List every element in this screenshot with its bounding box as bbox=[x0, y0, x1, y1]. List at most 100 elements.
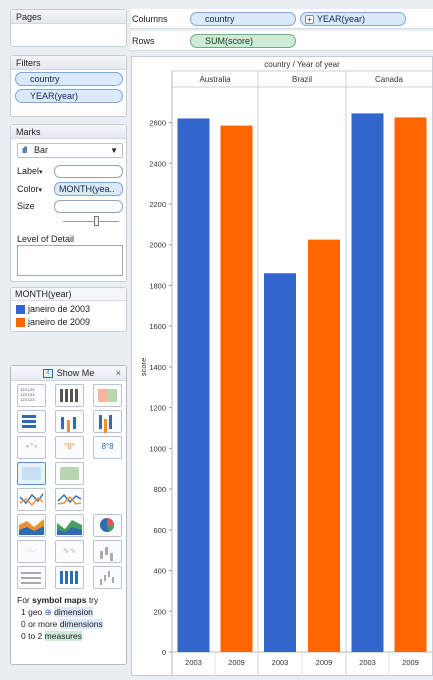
area-icon bbox=[19, 519, 44, 535]
filled-map-thumb[interactable] bbox=[55, 462, 84, 485]
y-tick-label: 1800 bbox=[149, 281, 166, 290]
y-tick-label: 0 bbox=[162, 648, 166, 657]
bar-chart: country / Year of year 0 200 400 600 800 1000 1… bbox=[139, 60, 432, 675]
side-by-side-bars-thumb[interactable] bbox=[93, 410, 122, 433]
mark-type-label: Bar bbox=[34, 145, 49, 155]
filters-title: Filters bbox=[11, 56, 126, 70]
size-field[interactable] bbox=[54, 200, 123, 213]
legend-label-2009: janeiro de 2009 bbox=[28, 317, 91, 327]
bar-chart-icon: ıll bbox=[22, 145, 27, 155]
y-tick-label: 400 bbox=[153, 567, 166, 576]
label-shelf-label[interactable]: Label▾ bbox=[17, 166, 43, 176]
y-tick-label: 1200 bbox=[149, 404, 166, 413]
gantt-thumb[interactable] bbox=[17, 566, 46, 589]
x-tick-label: 2003 bbox=[185, 658, 202, 667]
y-tick-label: 200 bbox=[153, 607, 166, 616]
horizontal-bars-thumb[interactable] bbox=[17, 410, 46, 433]
scatter-plot-thumb[interactable]: ·:·.· bbox=[17, 540, 46, 563]
show-me-title: Show Me bbox=[56, 368, 95, 378]
y-tick-label: 2000 bbox=[149, 241, 166, 250]
legend-item[interactable]: janeiro de 2003 bbox=[16, 304, 90, 315]
area-continuous-thumb[interactable] bbox=[17, 514, 46, 537]
column-pill-country[interactable]: country bbox=[190, 12, 296, 26]
x-tick-label: 2009 bbox=[228, 658, 245, 667]
pane-header-brazil: Brazil bbox=[292, 75, 312, 84]
column-pill-year[interactable]: + YEAR(year) bbox=[300, 12, 406, 26]
lines-continuous-thumb[interactable] bbox=[17, 488, 46, 511]
mark-type-dropdown[interactable]: ıll Bar ▼ bbox=[17, 143, 123, 158]
column-pill-year-label: YEAR(year) bbox=[317, 14, 366, 24]
size-slider-handle[interactable] bbox=[94, 216, 99, 226]
packed-circles-thumb[interactable]: 8°8 bbox=[93, 436, 122, 459]
x-tick-label: 2003 bbox=[359, 658, 376, 667]
viz-area: country / Year of year 0 200 400 600 800 1000 1… bbox=[131, 56, 433, 676]
legend-title: MONTH(year) bbox=[11, 288, 126, 301]
bar-australia-2003 bbox=[177, 118, 210, 653]
y-tick-label: 2200 bbox=[149, 200, 166, 209]
bar-canada-2003 bbox=[351, 113, 384, 652]
level-of-detail-label: Level of Detail bbox=[17, 234, 75, 244]
area-discrete-thumb[interactable] bbox=[55, 514, 84, 537]
histogram-thumb[interactable]: ∿∿ bbox=[55, 540, 84, 563]
bar-brazil-2009 bbox=[308, 239, 340, 653]
heat-map-thumb[interactable] bbox=[55, 384, 84, 407]
y-tick-label: 800 bbox=[153, 485, 166, 494]
legend-swatch-2003 bbox=[16, 305, 25, 315]
row-pill-sum-score[interactable]: SUM(score) bbox=[190, 34, 296, 48]
filter-pill-year[interactable]: YEAR(year) bbox=[15, 89, 123, 103]
expand-plus-icon[interactable]: + bbox=[305, 15, 314, 24]
pie-icon bbox=[100, 518, 115, 532]
pages-card: Pages bbox=[10, 9, 127, 47]
packed-bubbles-thumb[interactable] bbox=[93, 566, 122, 589]
rows-shelf-label: Rows bbox=[132, 36, 155, 46]
y-tick-label: 1400 bbox=[149, 363, 166, 372]
filter-pill-country[interactable]: country bbox=[15, 72, 123, 86]
highlight-table-thumb[interactable] bbox=[93, 384, 122, 407]
bar-brazil-2003 bbox=[264, 273, 296, 652]
line-icon bbox=[19, 493, 44, 507]
bar-canada-2009 bbox=[394, 117, 427, 653]
chevron-down-icon: ▼ bbox=[110, 146, 118, 155]
filters-card: Filters country YEAR(year) bbox=[10, 55, 127, 117]
lines-discrete-thumb[interactable] bbox=[55, 488, 84, 511]
text-table-thumb[interactable]: 123 123 123 123 123 123 bbox=[17, 384, 46, 407]
pages-title: Pages bbox=[11, 10, 126, 24]
pane-header-canada: Canada bbox=[375, 75, 404, 84]
marks-card: Marks ıll Bar ▼ Label▾ Color▾ MONTH(yea.… bbox=[10, 124, 127, 282]
bullet-graph-thumb[interactable] bbox=[55, 566, 84, 589]
y-tick-label: 1000 bbox=[149, 444, 166, 453]
show-me-panel: ıl Show Me × 123 123 123 123 123 123 ∘°∘ °8… bbox=[10, 365, 127, 665]
y-tick-label: 600 bbox=[153, 526, 166, 535]
globe-icon: ⊕ bbox=[44, 607, 52, 617]
y-axis-label: score bbox=[139, 358, 148, 376]
line-icon bbox=[57, 493, 82, 505]
marks-title: Marks bbox=[11, 125, 126, 139]
show-me-hint: For symbol maps try 1 geo ⊕ dimension 0 … bbox=[17, 595, 103, 641]
stacked-bars-thumb[interactable] bbox=[55, 410, 84, 433]
x-tick-label: 2009 bbox=[402, 658, 419, 667]
pie-chart-thumb[interactable] bbox=[93, 514, 122, 537]
y-tick-label: 2400 bbox=[149, 159, 166, 168]
symbol-map-thumb[interactable] bbox=[17, 462, 46, 485]
area-icon bbox=[57, 520, 82, 535]
label-field[interactable] bbox=[54, 165, 123, 178]
circle-view-thumb[interactable]: ∘°∘ bbox=[17, 436, 46, 459]
legend-swatch-2009 bbox=[16, 318, 25, 328]
y-tick-label: 1600 bbox=[149, 322, 166, 331]
y-tick-label: 2600 bbox=[149, 119, 166, 128]
pane-header-australia: Australia bbox=[199, 75, 231, 84]
show-me-icon: ıl bbox=[42, 369, 53, 379]
legend-label-2003: janeiro de 2003 bbox=[28, 304, 91, 314]
level-of-detail-shelf[interactable] bbox=[17, 245, 123, 276]
color-field-pill[interactable]: MONTH(yea.. bbox=[54, 182, 123, 196]
legend-item[interactable]: janeiro de 2009 bbox=[16, 317, 90, 328]
side-by-side-circles-thumb[interactable]: °8° bbox=[55, 436, 84, 459]
close-icon[interactable]: × bbox=[116, 366, 121, 381]
color-shelf-label[interactable]: Color▾ bbox=[17, 184, 42, 194]
size-shelf-label: Size bbox=[17, 201, 35, 211]
x-tick-label: 2009 bbox=[316, 658, 333, 667]
box-plot-thumb[interactable] bbox=[93, 540, 122, 563]
chart-header-title: country / Year of year bbox=[264, 60, 340, 69]
show-me-header[interactable]: ıl Show Me × bbox=[11, 366, 126, 381]
size-slider[interactable] bbox=[63, 216, 119, 226]
